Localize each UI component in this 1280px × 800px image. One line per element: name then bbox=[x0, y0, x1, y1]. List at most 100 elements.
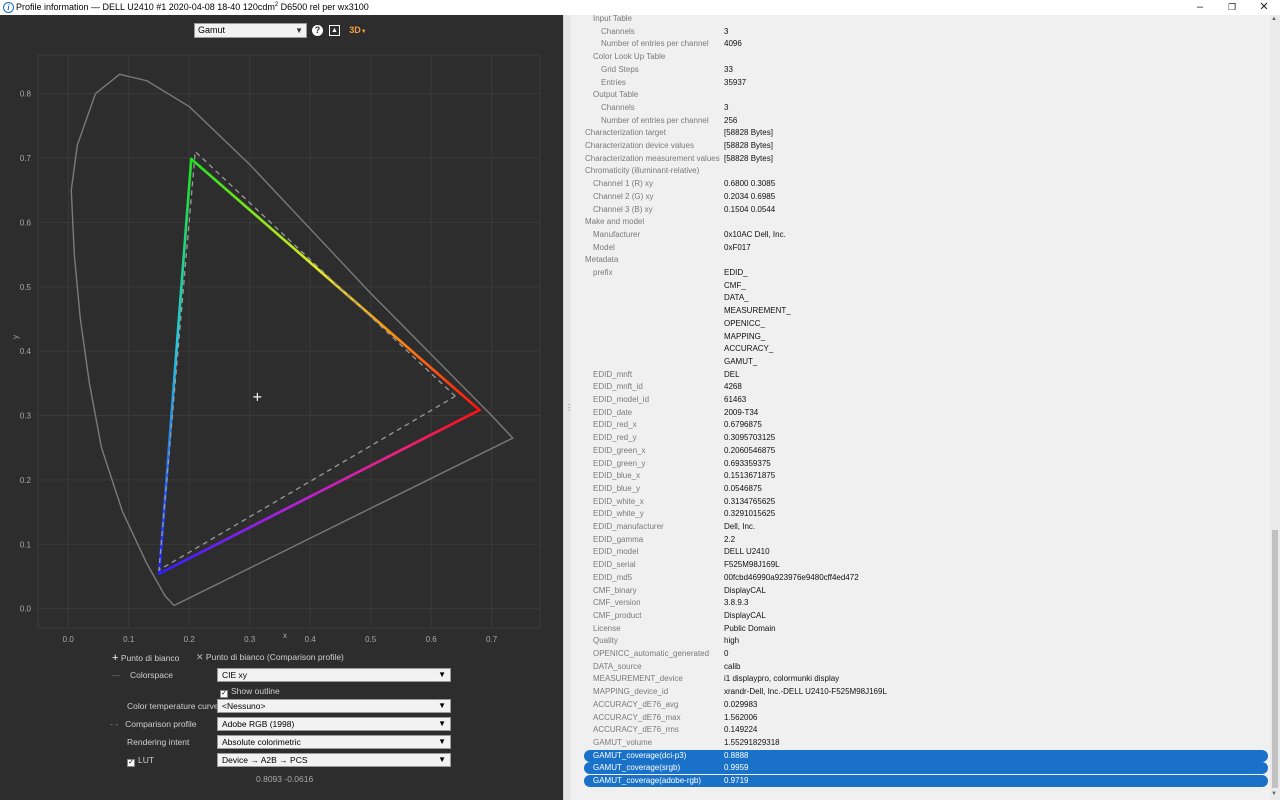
colorspace-select[interactable]: CIE xy ▼ bbox=[217, 668, 451, 682]
info-icon: i bbox=[3, 2, 14, 13]
row-value: 0.9719 bbox=[724, 776, 749, 785]
table-row[interactable]: Grid Steps 33 bbox=[571, 64, 1271, 76]
colorspace-label: — Colorspace bbox=[112, 670, 173, 680]
row-key: Characterization measurement values bbox=[585, 153, 720, 163]
table-row[interactable]: GAMUT_coverage(adobe-rgb) 0.9719 bbox=[571, 775, 1271, 787]
table-row[interactable]: ACCURACY_dE76_max 1.562006 bbox=[571, 712, 1271, 724]
table-row[interactable]: Manufacturer 0x10AC Dell, Inc. bbox=[571, 229, 1271, 241]
table-row[interactable]: CMF_version 3.8.9.3 bbox=[571, 597, 1271, 609]
table-row[interactable]: MAPPING_device_id xrandr-Dell, Inc.-DELL … bbox=[571, 686, 1271, 698]
table-row[interactable]: GAMUT_ bbox=[571, 356, 1271, 368]
row-key: Color Look Up Table bbox=[593, 52, 666, 62]
cie-diagram[interactable]: 0.0 0.1 0.2 0.3 0.4 0.5 0.6 0.7 0.0 0.1 0.2 0.3 0.4 0… bbox=[0, 15, 563, 655]
table-row[interactable]: GAMUT_coverage(dci-p3) 0.8888 bbox=[571, 749, 1271, 762]
ctc-label: Color temperature curve bbox=[127, 701, 219, 711]
table-row[interactable]: EDID_mnft_id 4268 bbox=[571, 381, 1271, 393]
table-row[interactable]: EDID_blue_x 0.1513671875 bbox=[571, 470, 1271, 482]
table-row[interactable]: GAMUT_volume 1.55291829318 bbox=[571, 737, 1271, 749]
table-row[interactable]: CMF_ bbox=[571, 280, 1271, 292]
restore-icon[interactable]: ❐ bbox=[1216, 0, 1248, 15]
row-key: Metadata bbox=[585, 255, 619, 265]
y-tick-label: 0.7 bbox=[20, 154, 32, 163]
table-row[interactable]: Number of entries per channel 4096 bbox=[571, 38, 1271, 50]
table-row[interactable]: MEASUREMENT_device i1 displaypro, colormu… bbox=[571, 673, 1271, 685]
table-row[interactable]: Color Look Up Table bbox=[571, 51, 1271, 63]
table-row[interactable]: EDID_white_y 0.3291015625 bbox=[571, 508, 1271, 520]
table-row[interactable]: EDID_red_x 0.6796875 bbox=[571, 419, 1271, 431]
scroll-up-icon[interactable]: ▲ bbox=[1271, 16, 1277, 22]
table-row[interactable]: Entries 35937 bbox=[571, 77, 1271, 89]
table-row[interactable]: Quality high bbox=[571, 635, 1271, 647]
table-row[interactable]: DATA_source calib bbox=[571, 661, 1271, 673]
table-row[interactable]: Number of entries per channel 256 bbox=[571, 115, 1271, 127]
table-row[interactable]: Input Table bbox=[571, 15, 1271, 25]
table-row[interactable]: EDID_date 2009-T34 bbox=[571, 407, 1271, 419]
row-value: 0.3134765625 bbox=[724, 496, 776, 506]
table-row[interactable]: License Public Domain bbox=[571, 623, 1271, 635]
table-row[interactable]: Channels 3 bbox=[571, 26, 1271, 38]
minimize-icon[interactable]: – bbox=[1184, 0, 1216, 15]
row-key: GAMUT_coverage(adobe-rgb) bbox=[593, 776, 702, 785]
y-tick-label: 0.5 bbox=[20, 283, 32, 292]
table-row[interactable]: ACCURACY_dE76_avg 0.029983 bbox=[571, 699, 1271, 711]
table-row[interactable]: Channel 2 (G) xy 0.2034 0.6985 bbox=[571, 191, 1271, 203]
row-key: EDID_serial bbox=[593, 560, 636, 570]
table-row[interactable]: OPENICC_automatic_generated 0 bbox=[571, 648, 1271, 660]
table-row[interactable]: Channel 1 (R) xy 0.6800 0.3085 bbox=[571, 178, 1271, 190]
table-row[interactable]: GAMUT_coverage(srgb) 0.9959 bbox=[571, 762, 1271, 775]
row-key: EDID_blue_x bbox=[593, 471, 641, 481]
table-row[interactable]: EDID_red_y 0.3095703125 bbox=[571, 432, 1271, 444]
row-value: 0.149224 bbox=[724, 725, 758, 735]
table-row[interactable]: EDID_white_x 0.3134765625 bbox=[571, 496, 1271, 508]
vertical-scrollbar[interactable]: ▲ ▼ bbox=[1270, 15, 1280, 800]
close-icon[interactable]: ✕ bbox=[1248, 0, 1280, 15]
intent-select[interactable]: Absolute colorimetric ▼ bbox=[217, 735, 451, 749]
x-tick-label: 0.5 bbox=[365, 635, 377, 644]
table-row[interactable]: CMF_binary DisplayCAL bbox=[571, 585, 1271, 597]
table-row[interactable]: Output Table bbox=[571, 89, 1271, 101]
profile-gamut-edge-red-green bbox=[189, 157, 481, 412]
table-row[interactable]: Metadata bbox=[571, 254, 1271, 266]
title-bar: i Profile information — DELL U2410 #1 20… bbox=[0, 0, 1280, 15]
table-row[interactable]: EDID_gamma 2.2 bbox=[571, 534, 1271, 546]
table-row[interactable]: EDID_model_id 61463 bbox=[571, 394, 1271, 406]
table-row[interactable]: EDID_green_x 0.2060546875 bbox=[571, 445, 1271, 457]
table-row[interactable]: OPENICC_ bbox=[571, 318, 1271, 330]
table-row[interactable]: Characterization device values [58828 Byt… bbox=[571, 140, 1271, 152]
comparison-select[interactable]: Adobe RGB (1998) ▼ bbox=[217, 717, 451, 731]
scroll-down-icon[interactable]: ▼ bbox=[1271, 791, 1277, 797]
table-row[interactable]: MAPPING_ bbox=[571, 331, 1271, 343]
table-row[interactable]: MEASUREMENT_ bbox=[571, 305, 1271, 317]
lut-checkbox[interactable]: ✓ LUT bbox=[127, 755, 154, 767]
lut-select[interactable]: Device → A2B → PCS ▼ bbox=[217, 753, 451, 767]
table-row[interactable]: Characterization target [58828 Bytes] bbox=[571, 127, 1271, 139]
row-key: CMF_product bbox=[593, 610, 642, 620]
table-row[interactable]: ACCURACY_ bbox=[571, 343, 1271, 355]
pane-splitter[interactable]: ⋮ bbox=[563, 15, 573, 800]
row-key: Number of entries per channel bbox=[601, 39, 709, 49]
table-row[interactable]: EDID_md5 00fcbd46990a923976e9480cff4ed472 bbox=[571, 572, 1271, 584]
table-row[interactable]: EDID_model DELL U2410 bbox=[571, 546, 1271, 558]
table-row[interactable]: EDID_blue_y 0.0546875 bbox=[571, 483, 1271, 495]
table-row[interactable]: Channel 3 (B) xy 0.1504 0.0544 bbox=[571, 204, 1271, 216]
table-row[interactable]: EDID_serial F525M98J169L bbox=[571, 559, 1271, 571]
plot-series bbox=[70, 73, 514, 607]
table-row[interactable]: Channels 3 bbox=[571, 102, 1271, 114]
table-row[interactable]: Characterization measurement values [5882… bbox=[571, 153, 1271, 165]
table-row[interactable]: EDID_green_y 0.693359375 bbox=[571, 458, 1271, 470]
scrollbar-thumb[interactable] bbox=[1272, 530, 1278, 788]
table-row[interactable]: CMF_product DisplayCAL bbox=[571, 610, 1271, 622]
table-row[interactable]: DATA_ bbox=[571, 292, 1271, 304]
row-key: EDID_blue_y bbox=[593, 483, 641, 493]
table-row[interactable]: ACCURACY_dE76_rms 0.149224 bbox=[571, 724, 1271, 736]
profile-info-table[interactable]: Input Table Channels 3 Number of entries pe… bbox=[571, 15, 1280, 800]
table-row[interactable]: Model 0xF017 bbox=[571, 242, 1271, 254]
table-row[interactable]: EDID_manufacturer Dell, Inc. bbox=[571, 521, 1271, 533]
table-row[interactable]: Chromaticity (illuminant-relative) bbox=[571, 165, 1271, 177]
table-row[interactable]: EDID_mnft DEL bbox=[571, 369, 1271, 381]
table-row[interactable]: prefix EDID_ bbox=[571, 267, 1271, 279]
show-outline-checkbox[interactable]: ✓ Show outline bbox=[220, 686, 280, 698]
table-row[interactable]: Make and model bbox=[571, 216, 1271, 228]
row-value: EDID_ bbox=[724, 268, 748, 277]
ctc-select[interactable]: <Nessuno> ▼ bbox=[217, 699, 451, 713]
